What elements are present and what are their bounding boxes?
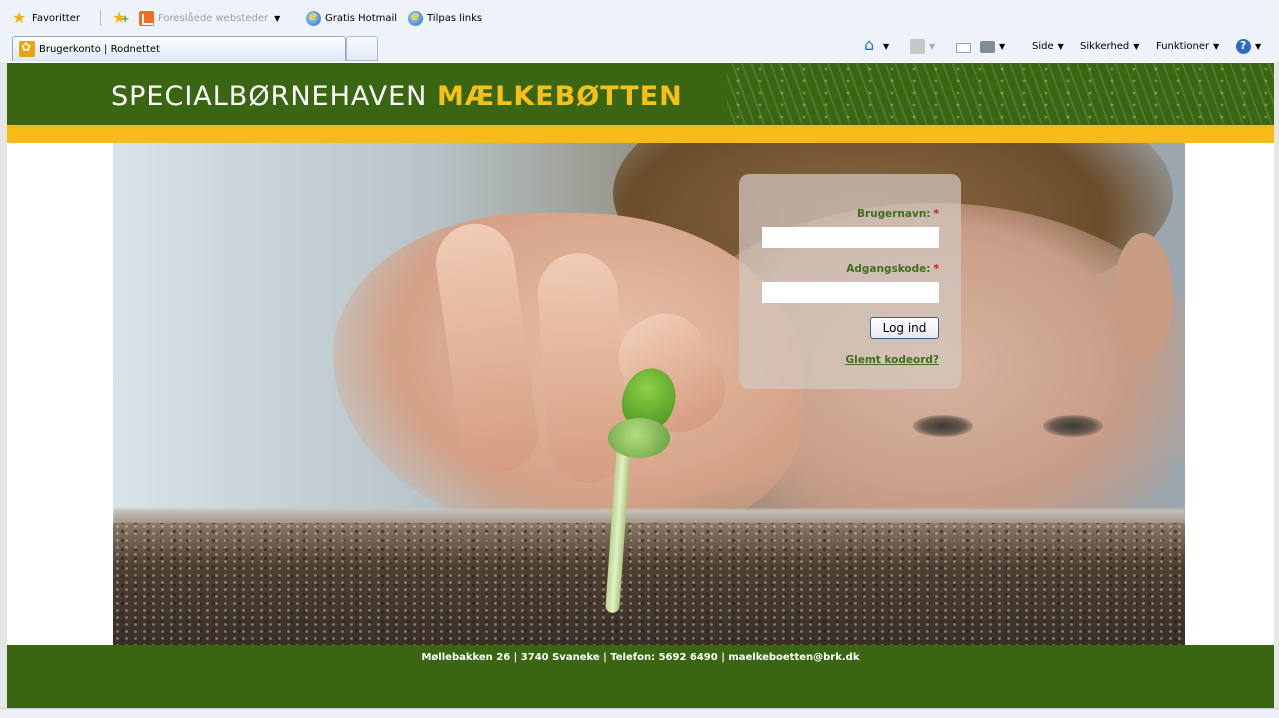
site-logo[interactable]: SPECIALBØRNEHAVEN MÆLKEBØTTEN <box>111 81 683 112</box>
chevron-down-icon: ▼ <box>1255 41 1262 51</box>
chevron-down-icon: ▼ <box>1133 41 1140 51</box>
favorites-button[interactable]: Favoritter <box>12 8 80 27</box>
hero-eye-right <box>1043 415 1103 437</box>
hero-ear <box>1113 233 1173 363</box>
add-favorite-icon <box>112 8 129 27</box>
site-footer: Møllebakken 26 | 3740 Svaneke | Telefon:… <box>7 645 1274 708</box>
seedling-leaf <box>608 418 670 458</box>
required-marker: * <box>933 263 940 275</box>
add-favorite-button[interactable] <box>112 8 129 27</box>
ie-page-icon <box>306 9 321 26</box>
mail-icon <box>956 42 971 53</box>
new-tab-button[interactable] <box>346 36 378 61</box>
password-field[interactable] <box>762 282 939 303</box>
tools-menu-label: Funktioner <box>1156 40 1210 52</box>
favorites-bar: Favoritter Foreslåede websteder ▼ Gratis… <box>0 0 1279 32</box>
read-mail-button[interactable] <box>956 38 971 54</box>
chevron-down-icon: ▼ <box>1057 41 1064 51</box>
custom-links-label: Tilpas links <box>427 12 483 24</box>
site-favicon-icon <box>19 40 35 57</box>
print-icon <box>980 41 995 53</box>
print-button[interactable]: ▼ <box>980 38 1005 54</box>
logo-text-part2: MÆLKEBØTTEN <box>436 81 683 112</box>
feeds-button[interactable]: ▼ <box>910 38 935 54</box>
hero-image <box>113 143 1185 645</box>
footer-contact-info: Møllebakken 26 | 3740 Svaneke | Telefon:… <box>421 652 860 663</box>
tab-title: Brugerkonto | Rodnettet <box>39 43 160 55</box>
chevron-down-icon: ▼ <box>999 41 1006 51</box>
feed-icon <box>910 38 925 54</box>
home-button[interactable]: ▼ <box>864 35 890 54</box>
browser-status-bar <box>0 708 1279 718</box>
custom-links-link[interactable]: Tilpas links <box>408 9 483 26</box>
favorites-label: Favoritter <box>32 12 80 24</box>
username-field[interactable] <box>762 227 939 248</box>
hotmail-label: Gratis Hotmail <box>325 12 398 24</box>
login-panel: Brugernavn: * Adgangskode: * Log ind Glemt… <box>739 174 961 389</box>
separator <box>100 10 101 26</box>
window-frame-left <box>0 62 7 718</box>
safety-menu-label: Sikkerhed <box>1080 40 1130 52</box>
hero-eye-left <box>913 415 973 437</box>
chevron-down-icon: ▼ <box>1213 41 1220 51</box>
forgot-password-link[interactable]: Glemt kodeord? <box>845 354 939 366</box>
help-button[interactable]: ▼ <box>1236 38 1261 54</box>
header-accent-bar <box>7 125 1274 143</box>
ie-page-icon <box>408 9 423 26</box>
login-button[interactable]: Log ind <box>870 317 939 339</box>
scrollbar[interactable] <box>1274 62 1279 718</box>
tools-menu[interactable]: Funktioner ▼ <box>1156 38 1219 54</box>
password-label: Adgangskode: * <box>846 263 939 275</box>
hero-soil <box>113 523 1185 645</box>
star-icon <box>12 8 28 27</box>
suggested-sites-label: Foreslåede websteder <box>158 12 269 24</box>
site-header: SPECIALBØRNEHAVEN MÆLKEBØTTEN <box>7 63 1274 125</box>
hotmail-link[interactable]: Gratis Hotmail <box>306 9 398 26</box>
page-menu-label: Side <box>1032 40 1054 52</box>
chevron-down-icon: ▼ <box>929 41 936 51</box>
chevron-down-icon: ▼ <box>883 41 890 51</box>
help-icon <box>1236 38 1251 54</box>
home-icon <box>864 35 879 54</box>
username-label: Brugernavn: * <box>856 208 940 220</box>
page-menu[interactable]: Side ▼ <box>1032 38 1064 54</box>
logo-text-part1: SPECIALBØRNEHAVEN <box>111 81 437 112</box>
header-pattern <box>727 63 1274 125</box>
chevron-down-icon: ▼ <box>274 13 281 23</box>
suggested-sites-icon <box>139 10 154 26</box>
safety-menu[interactable]: Sikkerhed ▼ <box>1080 38 1139 54</box>
suggested-sites-button[interactable]: Foreslåede websteder ▼ <box>139 10 280 26</box>
tab-active[interactable]: Brugerkonto | Rodnettet <box>12 36 346 61</box>
required-marker: * <box>933 208 940 220</box>
